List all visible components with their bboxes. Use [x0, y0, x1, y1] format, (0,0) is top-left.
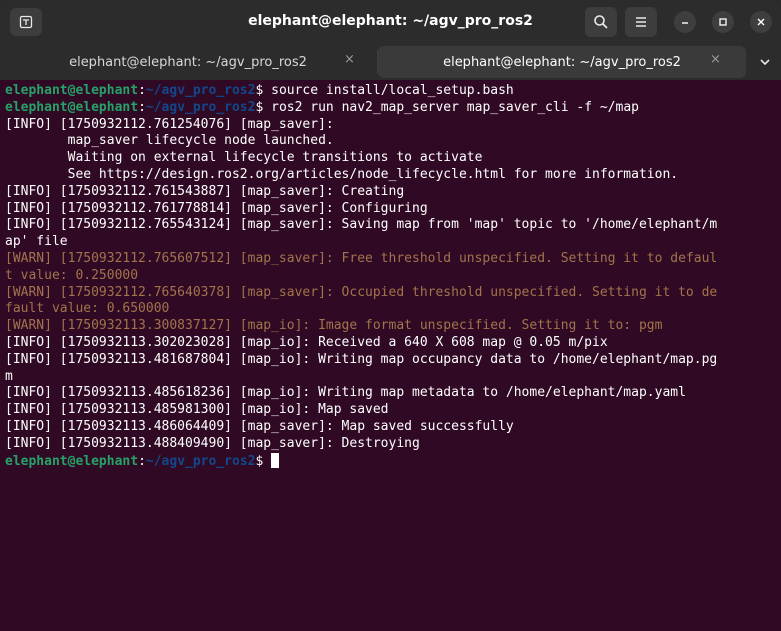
terminal-output[interactable]: elephant@elephant:~/agv_pro_ros2$ source…: [0, 80, 781, 631]
log-line-warn: fault value: 0.650000: [5, 301, 170, 317]
terminal-window: elephant@elephant: ~/agv_pro_ros2 elepha…: [0, 0, 781, 631]
tab-2[interactable]: elephant@elephant: ~/agv_pro_ros2: [378, 46, 746, 78]
log-line-info: Waiting on external lifecycle transition…: [5, 150, 483, 166]
log-line-warn: [WARN] [1750932112.765607512] [map_saver…: [5, 250, 718, 266]
tab-bar: elephant@elephant: ~/agv_pro_ros2 × elep…: [0, 44, 781, 80]
log-line-info: [INFO] [1750932113.485981300] [map_io]: …: [5, 402, 389, 418]
tab-2-label: elephant@elephant: ~/agv_pro_ros2: [443, 54, 681, 70]
log-line-info: [INFO] [1750932113.302023028] [map_io]: …: [5, 334, 608, 350]
prompt-symbol: $: [255, 453, 272, 469]
prompt-command: source install/local_setup.bash: [271, 83, 514, 98]
search-button[interactable]: [585, 7, 617, 37]
minimize-button[interactable]: [674, 11, 696, 33]
menu-button[interactable]: [625, 7, 657, 37]
log-line-info: [INFO] [1750932112.765543124] [map_saver…: [5, 217, 718, 233]
log-line-warn: [WARN] [1750932112.765640378] [map_saver…: [5, 284, 718, 300]
log-line-info: [INFO] [1750932112.761778814] [map_saver…: [5, 200, 428, 216]
prompt-separator: :: [138, 83, 146, 98]
tab-1-close-icon[interactable]: ×: [344, 53, 355, 66]
log-line-info: [INFO] [1750932113.481687804] [map_io]: …: [5, 351, 718, 367]
log-line-info: map_saver lifecycle node launched.: [5, 133, 334, 149]
prompt-user: elephant@elephant: [5, 453, 139, 469]
prompt-line: elephant@elephant:~/agv_pro_ros2$ ros2 r…: [5, 100, 781, 117]
log-line-info: [INFO] [1750932112.761254076] [map_saver…: [5, 116, 334, 132]
maximize-button[interactable]: [712, 11, 734, 33]
log-line-info: ap' file: [5, 234, 68, 250]
log-line-warn: [WARN] [1750932113.300837127] [map_io]: …: [5, 318, 663, 334]
prompt-user: elephant@elephant: [5, 99, 139, 115]
search-icon: [594, 15, 608, 29]
prompt-command: ros2 run nav2_map_server map_saver_cli -…: [271, 99, 639, 115]
hamburger-menu-icon: [636, 17, 646, 27]
log-line-info: m: [5, 368, 13, 384]
prompt-line: elephant@elephant:~/agv_pro_ros2$ source…: [5, 83, 781, 100]
title-bar[interactable]: elephant@elephant: ~/agv_pro_ros2: [0, 0, 781, 44]
prompt-line: elephant@elephant:~/agv_pro_ros2$: [5, 452, 781, 470]
log-line-info: [INFO] [1750932113.486064409] [map_saver…: [5, 418, 514, 434]
tab-2-close-icon[interactable]: ×: [710, 53, 721, 66]
prompt-separator: :: [138, 453, 146, 469]
chevron-down-icon: [760, 59, 770, 66]
window-title: elephant@elephant: ~/agv_pro_ros2: [248, 13, 533, 29]
log-line-info: [INFO] [1750932113.488409490] [map_saver…: [5, 435, 420, 451]
prompt-symbol: $: [255, 99, 272, 115]
log-line-info: [INFO] [1750932113.485618236] [map_io]: …: [5, 385, 686, 401]
close-button[interactable]: [750, 11, 772, 33]
prompt-path: ~/agv_pro_ros2: [145, 453, 256, 469]
log-line-info: [INFO] [1750932112.761543887] [map_saver…: [5, 183, 405, 199]
tab-1[interactable]: elephant@elephant: ~/agv_pro_ros2: [4, 46, 372, 78]
tabs-dropdown-button[interactable]: [752, 46, 778, 78]
prompt-symbol: $: [255, 83, 272, 98]
log-line-warn: t value: 0.250000: [5, 267, 139, 283]
maximize-icon: [719, 18, 727, 26]
text-cursor: [271, 452, 280, 468]
prompt-user: elephant@elephant: [5, 83, 139, 98]
tab-1-label: elephant@elephant: ~/agv_pro_ros2: [69, 54, 307, 70]
prompt-path: ~/agv_pro_ros2: [145, 83, 256, 98]
log-line-info: See https://design.ros2.org/articles/nod…: [5, 166, 679, 182]
close-icon: [757, 18, 765, 26]
prompt-path: ~/agv_pro_ros2: [145, 99, 256, 115]
prompt-separator: :: [138, 99, 146, 115]
minimize-icon: [682, 22, 688, 24]
